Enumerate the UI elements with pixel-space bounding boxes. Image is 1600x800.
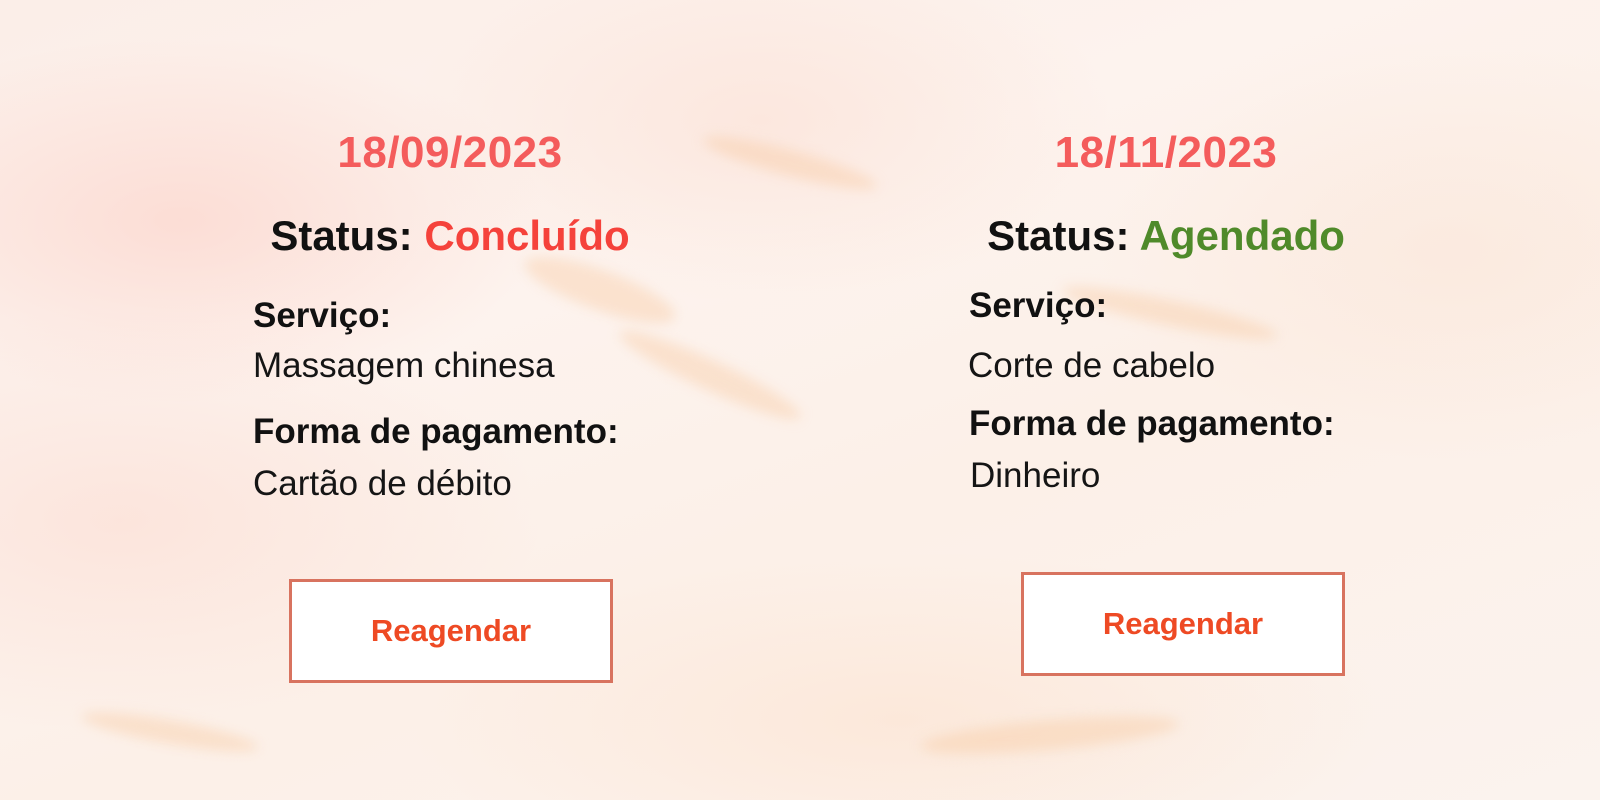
status-label: Status: bbox=[987, 212, 1130, 259]
payment-label: Forma de pagamento: bbox=[969, 404, 1335, 443]
payment-value: Cartão de débito bbox=[253, 464, 512, 503]
service-label: Serviço: bbox=[969, 286, 1108, 325]
reschedule-button[interactable]: Reagendar bbox=[1021, 572, 1345, 676]
status-label: Status: bbox=[270, 212, 413, 259]
payment-label: Forma de pagamento: bbox=[253, 412, 619, 451]
service-value: Corte de cabelo bbox=[968, 346, 1216, 385]
appointment-date: 18/11/2023 bbox=[1054, 128, 1278, 177]
status-value: Concluído bbox=[424, 212, 630, 259]
appointment-card-1: 18/09/2023 Status: Concluído Serviço: Ma… bbox=[170, 0, 730, 800]
payment-value: Dinheiro bbox=[970, 456, 1101, 495]
appointment-date: 18/09/2023 bbox=[337, 128, 563, 177]
status-value: Agendado bbox=[1139, 212, 1345, 259]
appointment-status: Status: Agendado bbox=[886, 212, 1446, 260]
reschedule-button[interactable]: Reagendar bbox=[289, 579, 613, 683]
service-value: Massagem chinesa bbox=[253, 346, 555, 385]
service-label: Serviço: bbox=[253, 296, 392, 335]
appointment-card-2: 18/11/2023 Status: Agendado Serviço: Cor… bbox=[886, 0, 1446, 800]
appointment-status: Status: Concluído bbox=[170, 212, 730, 260]
